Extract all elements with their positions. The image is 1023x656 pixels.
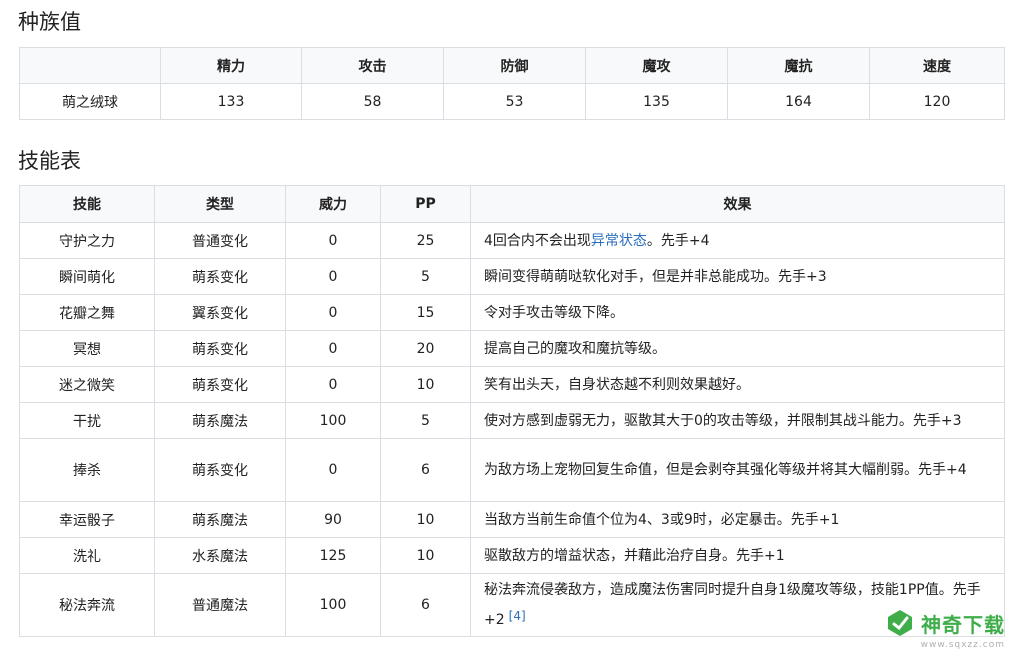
- skill-name: 迷之微笑: [19, 366, 155, 403]
- skill-row: 秘法奔流 普通魔法 100 6 秘法奔流侵袭敌方，造成魔法伤害同时提升自身1级魔…: [19, 573, 1005, 637]
- skill-type: 萌系变化: [154, 438, 286, 502]
- skills-table: 技能 类型 威力 PP 效果 守护之力 普通变化 0 25 4回合内不会出现异常…: [19, 185, 1005, 637]
- skill-name: 冥想: [19, 330, 155, 367]
- skill-row: 冥想 萌系变化 0 20 提高自己的魔攻和魔抗等级。: [19, 330, 1005, 367]
- stats-header-cell: 速度: [869, 47, 1005, 84]
- effect-text: 。先手+4: [646, 232, 710, 249]
- skill-name: 洗礼: [19, 537, 155, 574]
- skill-type: 萌系魔法: [154, 402, 286, 439]
- skill-power: 100: [285, 402, 381, 439]
- skill-effect: 使对方感到虚弱无力，驱散其大于0的攻击等级，并限制其战斗能力。先手+3: [470, 402, 1005, 439]
- skill-power: 0: [285, 438, 381, 502]
- skill-row: 捧杀 萌系变化 0 6 为敌方场上宠物回复生命值，但是会剥夺其强化等级并将其大幅…: [19, 438, 1005, 502]
- skill-pp: 20: [380, 330, 471, 367]
- skill-effect: 驱散敌方的增益状态，并藉此治疗自身。先手+1: [470, 537, 1005, 574]
- watermark-text: 神奇下载: [921, 612, 1005, 637]
- skill-row: 迷之微笑 萌系变化 0 10 笑有出头天，自身状态越不利则效果越好。: [19, 366, 1005, 403]
- skills-header-cell: 技能: [19, 185, 155, 223]
- skill-row: 干扰 萌系魔法 100 5 使对方感到虚弱无力，驱散其大于0的攻击等级，并限制其…: [19, 402, 1005, 439]
- stats-row: 萌之绒球 133 58 53 135 164 120: [19, 83, 1005, 120]
- stats-cell: 133: [160, 83, 302, 120]
- skill-type: 萌系变化: [154, 330, 286, 367]
- skill-effect: 笑有出头天，自身状态越不利则效果越好。: [470, 366, 1005, 403]
- skill-pp: 15: [380, 294, 471, 331]
- skill-power: 125: [285, 537, 381, 574]
- skill-type: 萌系变化: [154, 366, 286, 403]
- skill-effect: 为敌方场上宠物回复生命值，但是会剥夺其强化等级并将其大幅削弱。先手+4: [470, 438, 1005, 502]
- stats-header-row: 精力 攻击 防御 魔攻 魔抗 速度: [19, 47, 1005, 84]
- stats-cell: 120: [869, 83, 1005, 120]
- skill-name: 守护之力: [19, 222, 155, 259]
- stats-cell-name: 萌之绒球: [19, 83, 161, 120]
- skill-row: 瞬间萌化 萌系变化 0 5 瞬间变得萌萌哒软化对手，但是并非总能成功。先手+3: [19, 258, 1005, 295]
- skill-effect: 令对手攻击等级下降。: [470, 294, 1005, 331]
- skill-pp: 5: [380, 402, 471, 439]
- stats-cell: 135: [585, 83, 728, 120]
- stats-header-cell: [19, 47, 161, 84]
- skill-power: 0: [285, 294, 381, 331]
- skill-name: 瞬间萌化: [19, 258, 155, 295]
- reference-link[interactable]: [4]: [509, 609, 526, 623]
- stats-cell: 58: [301, 83, 444, 120]
- skill-effect: 提高自己的魔攻和魔抗等级。: [470, 330, 1005, 367]
- skill-row: 幸运骰子 萌系魔法 90 10 当敌方当前生命值个位为4、3或9时，必定暴击。先…: [19, 501, 1005, 538]
- skill-name: 干扰: [19, 402, 155, 439]
- stats-header-cell: 魔抗: [727, 47, 870, 84]
- stats-table: 精力 攻击 防御 魔攻 魔抗 速度 萌之绒球 133 58 53 135 164…: [19, 47, 1005, 120]
- skill-name: 秘法奔流: [19, 573, 155, 637]
- skill-power: 0: [285, 366, 381, 403]
- skill-row: 守护之力 普通变化 0 25 4回合内不会出现异常状态。先手+4: [19, 222, 1005, 259]
- skill-type: 萌系变化: [154, 258, 286, 295]
- skills-header-cell: 效果: [470, 185, 1005, 223]
- stats-header-cell: 防御: [443, 47, 586, 84]
- watermark-url: www.sqxzz.com: [920, 640, 1005, 650]
- stats-header-cell: 攻击: [301, 47, 444, 84]
- skill-type: 水系魔法: [154, 537, 286, 574]
- skill-type: 翼系变化: [154, 294, 286, 331]
- skills-header-cell: PP: [380, 185, 471, 223]
- skill-name: 捧杀: [19, 438, 155, 502]
- skill-effect: 瞬间变得萌萌哒软化对手，但是并非总能成功。先手+3: [470, 258, 1005, 295]
- skill-row: 洗礼 水系魔法 125 10 驱散敌方的增益状态，并藉此治疗自身。先手+1: [19, 537, 1005, 574]
- skill-type: 普通魔法: [154, 573, 286, 637]
- effect-text: 4回合内不会出现: [484, 232, 591, 249]
- skills-header-cell: 威力: [285, 185, 381, 223]
- skill-power: 0: [285, 330, 381, 367]
- skill-name: 花瓣之舞: [19, 294, 155, 331]
- skill-pp: 10: [380, 537, 471, 574]
- skills-header-row: 技能 类型 威力 PP 效果: [19, 185, 1005, 223]
- skill-effect: 4回合内不会出现异常状态。先手+4: [470, 222, 1005, 259]
- skill-power: 90: [285, 501, 381, 538]
- skill-type: 萌系魔法: [154, 501, 286, 538]
- skill-row: 花瓣之舞 翼系变化 0 15 令对手攻击等级下降。: [19, 294, 1005, 331]
- skill-power: 0: [285, 222, 381, 259]
- skill-power: 100: [285, 573, 381, 637]
- stats-cell: 164: [727, 83, 870, 120]
- stats-header-cell: 魔攻: [585, 47, 728, 84]
- skill-pp: 5: [380, 258, 471, 295]
- skill-name: 幸运骰子: [19, 501, 155, 538]
- stats-cell: 53: [443, 83, 586, 120]
- stats-header-cell: 精力: [160, 47, 302, 84]
- skill-pp: 6: [380, 573, 471, 637]
- skill-pp: 10: [380, 501, 471, 538]
- skills-header-cell: 类型: [154, 185, 286, 223]
- skill-type: 普通变化: [154, 222, 286, 259]
- skill-effect: 当敌方当前生命值个位为4、3或9时，必定暴击。先手+1: [470, 501, 1005, 538]
- skill-power: 0: [285, 258, 381, 295]
- section-title-stats: 种族值: [18, 10, 81, 34]
- watermark: 神奇下载: [885, 608, 1005, 638]
- status-effect-link[interactable]: 异常状态: [591, 233, 647, 249]
- section-title-skills: 技能表: [18, 149, 81, 173]
- skill-pp: 25: [380, 222, 471, 259]
- skill-pp: 6: [380, 438, 471, 502]
- leaf-logo-icon: [888, 610, 912, 636]
- skill-pp: 10: [380, 366, 471, 403]
